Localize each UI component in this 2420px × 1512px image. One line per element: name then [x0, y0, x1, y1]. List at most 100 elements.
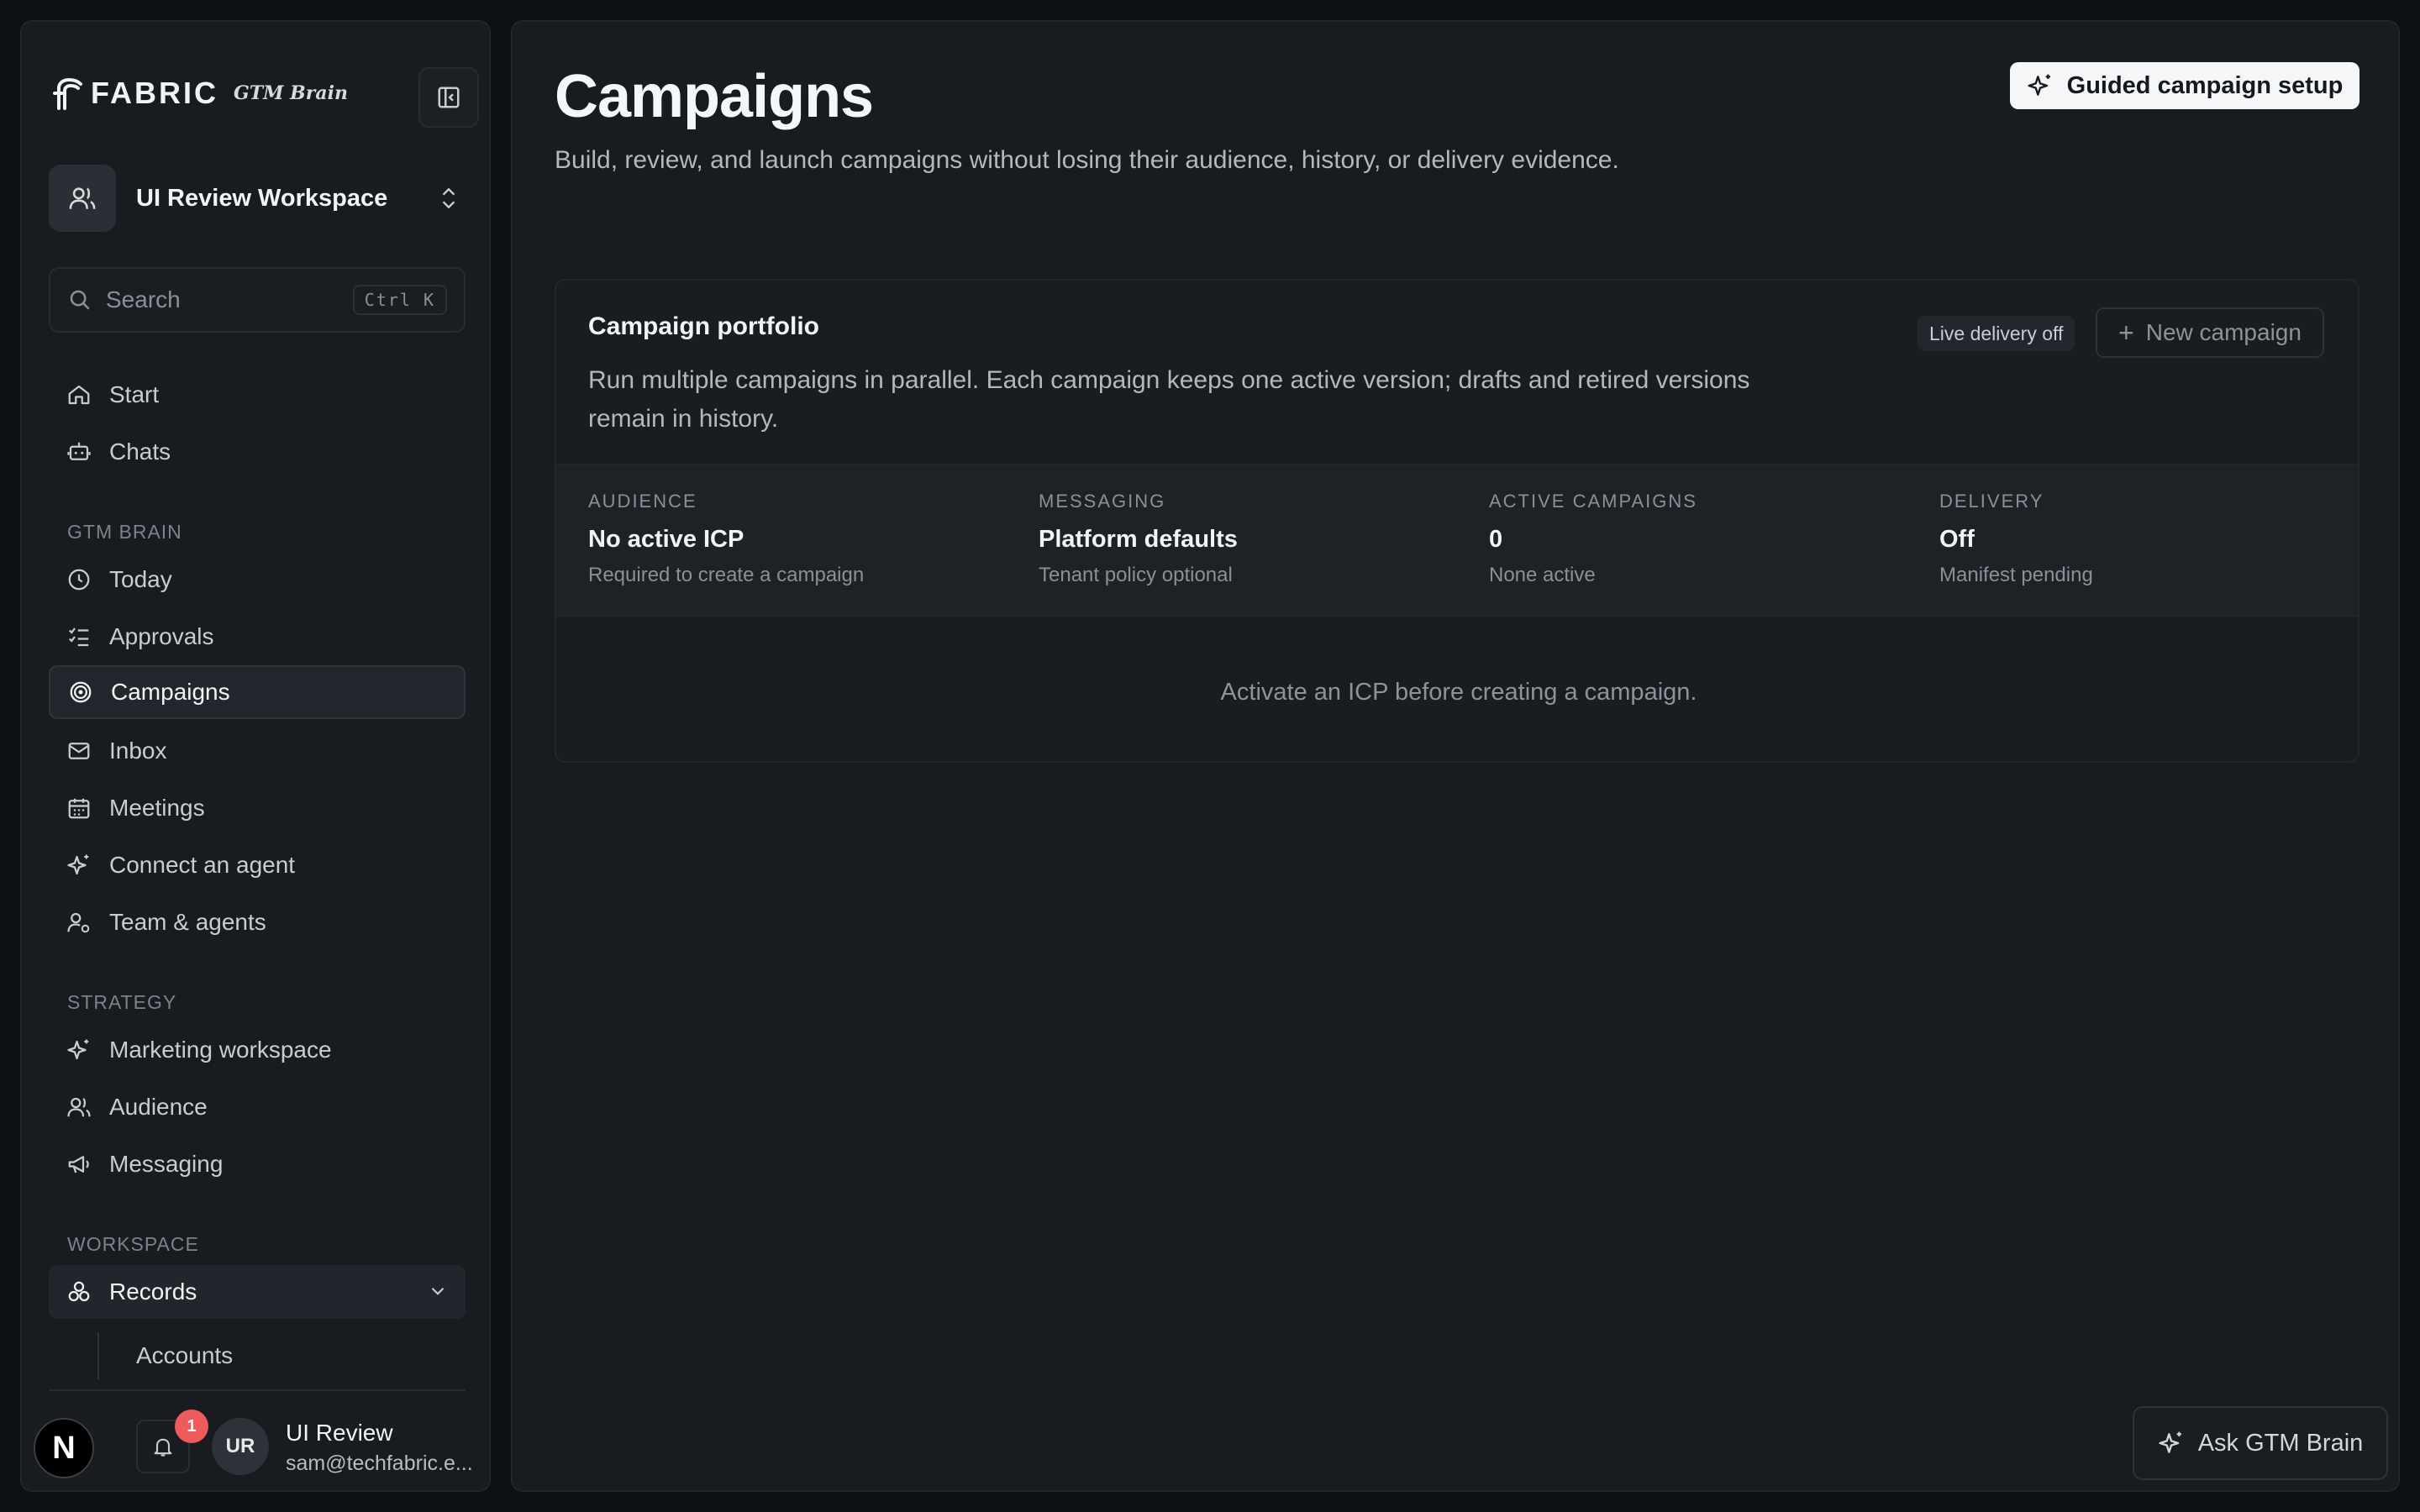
sidebar-item-campaigns[interactable]: Campaigns — [49, 665, 466, 719]
notification-count-badge: 1 — [175, 1410, 208, 1443]
brand-logo: FABRIC GTM Brain — [52, 76, 348, 111]
stat-note: Tenant policy optional — [1039, 564, 1233, 586]
sidebar-item-label: Meetings — [109, 795, 205, 821]
search-shortcut: Ctrl K — [352, 285, 447, 315]
sidebar-item-label: Audience — [109, 1094, 208, 1120]
checklist-icon — [66, 623, 92, 650]
users-icon — [66, 1094, 92, 1121]
sidebar-item-audience[interactable]: Audience — [49, 1080, 466, 1134]
mail-icon — [66, 738, 92, 764]
stat-active-campaigns: ACTIVE CAMPAIGNS 0 None active — [1489, 491, 1697, 587]
sparkles-icon — [2027, 72, 2054, 99]
new-campaign-button[interactable]: + New campaign — [2096, 307, 2324, 358]
sidebar-item-label: Marketing workspace — [109, 1037, 332, 1063]
sidebar-item-label: Team & agents — [109, 909, 266, 935]
users-icon — [69, 187, 96, 209]
ask-gtm-brain-button[interactable]: Ask GTM Brain — [2133, 1406, 2388, 1480]
sidebar-item-label: Messaging — [109, 1151, 224, 1177]
sidebar-divider — [49, 1389, 466, 1391]
guided-button-label: Guided campaign setup — [2066, 71, 2344, 99]
sidebar-item-label: Inbox — [109, 738, 167, 764]
section-label-workspace: WORKSPACE — [67, 1233, 199, 1255]
app-root: FABRIC GTM Brain UI Review Workspace Sea… — [0, 0, 2420, 1512]
guided-campaign-setup-button[interactable]: Guided campaign setup — [2010, 62, 2360, 109]
sidebar-item-chats[interactable]: Chats — [49, 425, 466, 479]
workspace-name: UI Review Workspace — [136, 184, 388, 212]
chevron-down-icon — [427, 1280, 449, 1306]
stat-note: None active — [1489, 564, 1596, 586]
plus-icon: + — [2118, 317, 2134, 348]
sidebar-item-marketing-workspace[interactable]: Marketing workspace — [49, 1023, 466, 1077]
user-name: UI Review — [286, 1420, 393, 1446]
sidebar-item-label: Records — [109, 1278, 197, 1305]
new-campaign-label: New campaign — [2145, 319, 2302, 345]
sidebar-item-approvals[interactable]: Approvals — [49, 610, 466, 664]
sidebar-toggle-icon — [438, 87, 460, 108]
portfolio-description: Run multiple campaigns in parallel. Each… — [588, 366, 1750, 433]
stat-messaging: MESSAGING Platform defaults Tenant polic… — [1039, 491, 1238, 587]
search-icon — [70, 290, 90, 310]
brand-sub: GTM Brain — [234, 82, 348, 104]
empty-state-message: Activate an ICP before creating a campai… — [1220, 679, 1697, 706]
live-delivery-badge: Live delivery off — [1918, 316, 2075, 351]
main-panel: Campaigns Build, review, and launch camp… — [511, 20, 2400, 1492]
brand-row: FABRIC GTM Brain — [52, 57, 479, 150]
collapse-sidebar-button[interactable] — [418, 67, 479, 128]
stat-delivery: DELIVERY Off Manifest pending — [1939, 491, 2093, 587]
sidebar-item-label: Today — [109, 566, 172, 592]
stat-value: Off — [1939, 526, 1975, 553]
sidebar-item-team-agents[interactable]: Team & agents — [49, 895, 466, 949]
stat-note: Required to create a campaign — [588, 564, 865, 586]
clock-icon — [66, 566, 92, 593]
workspace-switcher[interactable]: UI Review Workspace — [49, 158, 466, 239]
sidebar-item-messaging[interactable]: Messaging — [49, 1137, 466, 1191]
sidebar-item-label: Approvals — [109, 623, 214, 649]
workspace-avatar — [49, 165, 116, 232]
sidebar-item-label: Connect an agent — [109, 852, 296, 878]
user-gear-icon — [66, 909, 92, 936]
sidebar-item-connect-agent[interactable]: Connect an agent — [49, 838, 466, 892]
target-icon — [67, 679, 94, 706]
stat-value: Platform defaults — [1039, 526, 1238, 553]
sidebar-item-label: Campaigns — [111, 679, 230, 705]
bell-icon — [154, 1438, 172, 1457]
user-avatar[interactable]: UR — [212, 1418, 269, 1475]
stat-label: AUDIENCE — [588, 491, 697, 512]
sidebar: FABRIC GTM Brain UI Review Workspace Sea… — [20, 20, 491, 1492]
portfolio-title: Campaign portfolio — [588, 312, 819, 340]
sparkles-icon — [2158, 1430, 2185, 1457]
page-title: Campaigns — [555, 63, 874, 130]
stat-label: MESSAGING — [1039, 491, 1166, 512]
portfolio-stats: AUDIENCE No active ICP Required to creat… — [556, 464, 2358, 617]
section-label-gtm-brain: GTM BRAIN — [67, 521, 182, 543]
fabric-logo-icon — [53, 77, 82, 110]
section-label-strategy: STRATEGY — [67, 991, 177, 1013]
ask-gtm-brain-label: Ask GTM Brain — [2197, 1429, 2364, 1457]
stat-label: DELIVERY — [1939, 491, 2044, 512]
user-email: sam@techfabric.e... — [286, 1452, 473, 1475]
sidebar-item-today[interactable]: Today — [49, 553, 466, 606]
sidebar-item-label: Chats — [109, 438, 171, 465]
sidebar-item-start[interactable]: Start — [49, 368, 466, 422]
calendar-icon — [66, 795, 92, 822]
records-icon — [66, 1278, 92, 1305]
sidebar-footer: 1 UR UI Review sam@techfabric.e... — [49, 1410, 473, 1480]
stat-audience: AUDIENCE No active ICP Required to creat… — [588, 491, 864, 587]
brand-name: FABRIC — [91, 76, 218, 110]
campaign-portfolio-card: Campaign portfolio Run multiple campaign… — [555, 279, 2360, 763]
search-input[interactable]: Search Ctrl K — [49, 267, 466, 333]
sidebar-item-meetings[interactable]: Meetings — [49, 781, 466, 835]
chat-bot-icon — [66, 438, 92, 465]
sidebar-subitem-accounts[interactable]: Accounts — [97, 1332, 467, 1379]
stat-value: No active ICP — [588, 526, 744, 553]
search-placeholder: Search — [106, 286, 181, 312]
stat-value: 0 — [1489, 526, 1503, 553]
sparkles-icon — [66, 1037, 92, 1063]
megaphone-icon — [66, 1151, 92, 1178]
chevron-updown-icon — [432, 186, 466, 211]
sidebar-item-inbox[interactable]: Inbox — [49, 724, 466, 778]
sidebar-item-records[interactable]: Records — [49, 1265, 466, 1319]
dev-tools-badge[interactable]: N — [34, 1418, 94, 1478]
stat-label: ACTIVE CAMPAIGNS — [1489, 491, 1697, 512]
sidebar-item-label: Start — [109, 381, 160, 407]
